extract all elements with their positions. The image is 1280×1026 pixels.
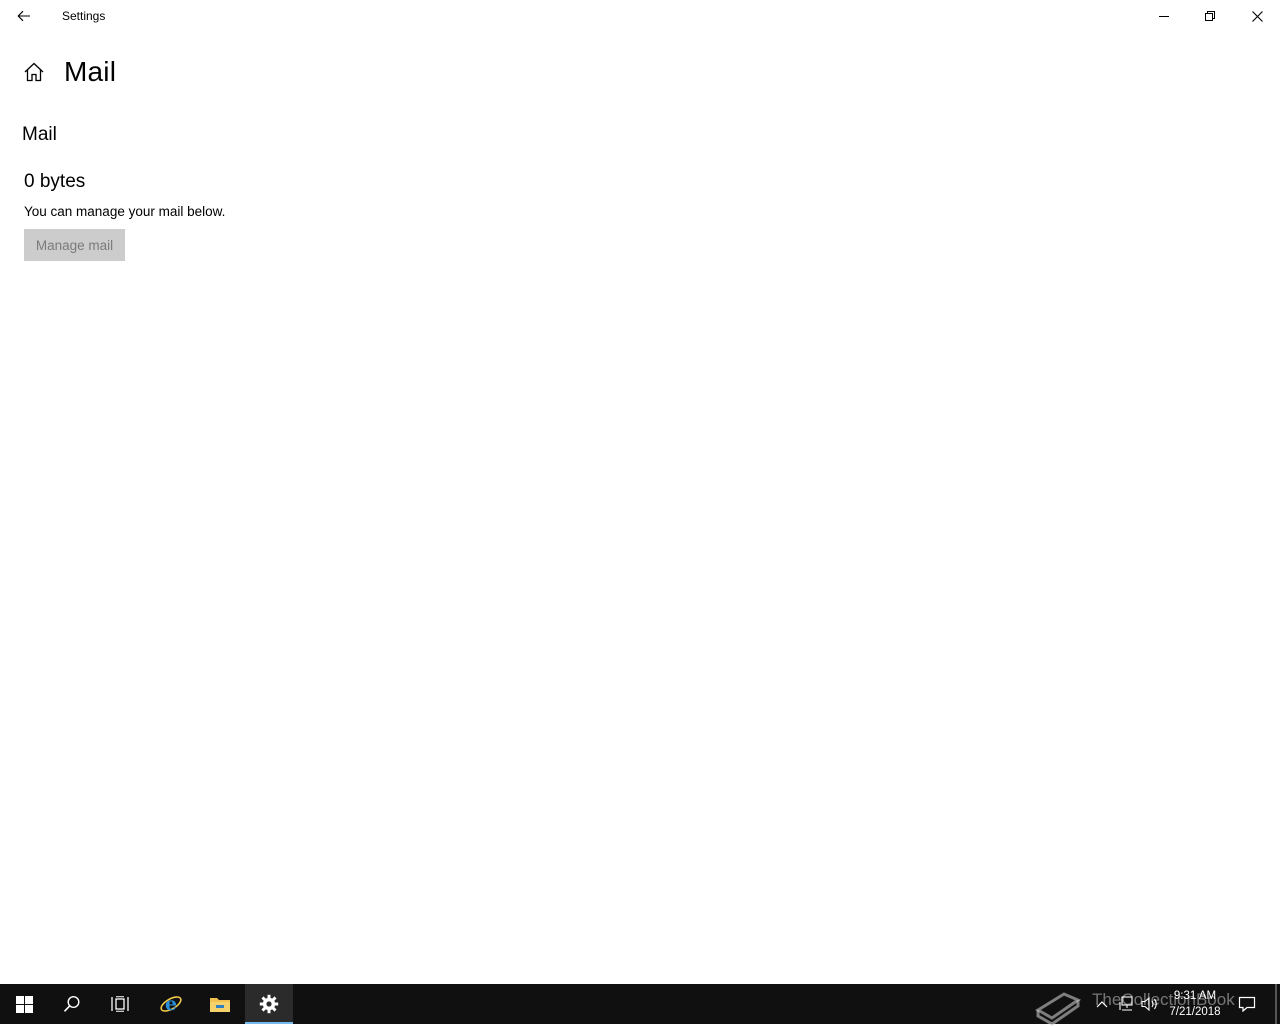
clock-date: 7/21/2018 — [1169, 1006, 1221, 1018]
back-button[interactable] — [6, 0, 42, 32]
clock[interactable]: 9:31 AM 7/21/2018 — [1160, 988, 1230, 1020]
page-title: Mail — [64, 56, 117, 87]
show-desktop-button[interactable] — [1275, 984, 1277, 1024]
home-icon — [24, 62, 44, 82]
restore-button[interactable] — [1187, 0, 1233, 32]
section-title: Mail — [22, 124, 57, 145]
file-explorer-icon — [210, 998, 230, 1012]
restore-icon — [1205, 11, 1215, 21]
file-explorer-button[interactable] — [196, 984, 244, 1024]
back-arrow-icon — [17, 10, 30, 22]
network-icon — [1119, 996, 1133, 1011]
home-button[interactable] — [22, 60, 46, 84]
notification-icon — [1238, 996, 1256, 1012]
search-icon — [63, 995, 80, 1012]
action-center-button[interactable] — [1236, 984, 1258, 1024]
description-text: You can manage your mail below. — [24, 204, 226, 219]
show-hidden-icons-button[interactable] — [1092, 984, 1112, 1024]
internet-explorer-button[interactable]: e — [147, 984, 195, 1024]
title-bar: Settings — [0, 0, 1280, 32]
start-icon — [15, 995, 33, 1013]
task-view-icon — [111, 996, 129, 1012]
settings-icon — [259, 994, 279, 1014]
network-button[interactable] — [1116, 984, 1136, 1024]
volume-button[interactable] — [1140, 984, 1160, 1024]
window-title: Settings — [62, 9, 106, 23]
svg-text:e: e — [165, 993, 177, 1015]
internet-explorer-icon: e — [160, 993, 182, 1015]
chevron-up-icon — [1096, 1001, 1108, 1008]
clock-time: 9:31 AM — [1173, 990, 1217, 1002]
minimize-icon — [1159, 16, 1169, 17]
task-view-button[interactable] — [96, 984, 144, 1024]
taskbar: e TheCollectionBook 9:31 AM 7/21/2018 — [0, 984, 1280, 1026]
volume-icon — [1141, 996, 1157, 1012]
minimize-button[interactable] — [1141, 0, 1187, 32]
manage-mail-button[interactable]: Manage mail — [24, 229, 125, 261]
close-button[interactable] — [1234, 0, 1280, 32]
settings-taskbar-button[interactable] — [245, 984, 293, 1024]
start-button[interactable] — [0, 984, 48, 1024]
close-icon — [1251, 10, 1263, 22]
search-button[interactable] — [48, 984, 96, 1024]
watermark-book-icon — [1035, 992, 1082, 1026]
storage-size-value: 0 bytes — [24, 171, 86, 192]
